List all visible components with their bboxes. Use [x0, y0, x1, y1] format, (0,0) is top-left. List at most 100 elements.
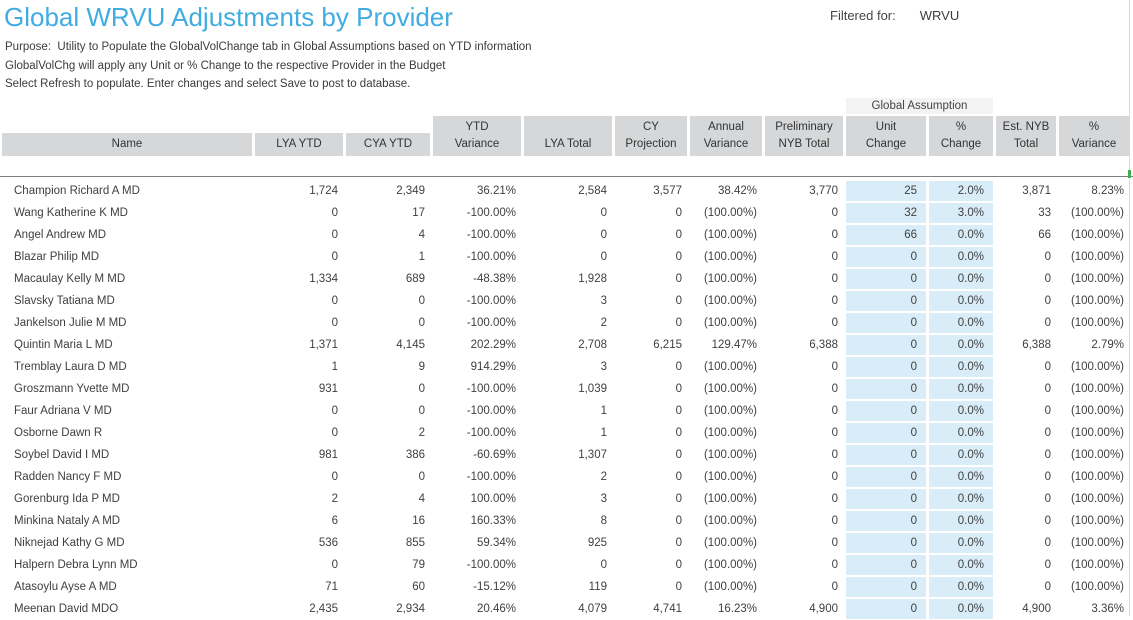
- cell-unit_change[interactable]: 0: [846, 247, 926, 267]
- cell-unit_change[interactable]: 66: [846, 225, 926, 245]
- cell-cya_ytd: 16: [346, 510, 430, 532]
- cell-lya_total: 1: [524, 400, 612, 422]
- cell-lya_total: 1,928: [524, 268, 612, 290]
- cell-lya_total: 8: [524, 510, 612, 532]
- cell-annual_variance: (100.00%): [690, 510, 762, 532]
- cell-name: Groszmann Yvette MD: [2, 378, 252, 400]
- cell-unit_change[interactable]: 0: [846, 423, 926, 443]
- cell-name: Halpern Debra Lynn MD: [2, 554, 252, 576]
- cell-cy_projection: 0: [615, 576, 687, 598]
- cell-annual_variance: (100.00%): [690, 312, 762, 334]
- cell-cya_ytd: 4: [346, 488, 430, 510]
- cell-pct_variance: (100.00%): [1059, 378, 1129, 400]
- cell-cya_ytd: 2,349: [346, 180, 430, 202]
- cell-pct_change[interactable]: 0.0%: [929, 379, 993, 399]
- cell-unit_change[interactable]: 0: [846, 357, 926, 377]
- cell-name: Champion Richard A MD: [2, 180, 252, 202]
- cell-ytd_variance: -100.00%: [433, 224, 521, 246]
- cell-cya_ytd: 0: [346, 290, 430, 312]
- cell-pct_change[interactable]: 0.0%: [929, 401, 993, 421]
- cell-pct_change[interactable]: 0.0%: [929, 489, 993, 509]
- cell-unit_change[interactable]: 0: [846, 445, 926, 465]
- cell-lya_total: 0: [524, 224, 612, 246]
- cell-pct_change[interactable]: 0.0%: [929, 291, 993, 311]
- cell-annual_variance: (100.00%): [690, 202, 762, 224]
- cell-pct_change[interactable]: 0.0%: [929, 247, 993, 267]
- cell-annual_variance: (100.00%): [690, 356, 762, 378]
- cell-cya_ytd: 2,934: [346, 598, 430, 620]
- cell-pct_change[interactable]: 0.0%: [929, 467, 993, 487]
- cell-unit_change[interactable]: 25: [846, 181, 926, 201]
- cell-cya_ytd: 0: [346, 378, 430, 400]
- cell-annual_variance: (100.00%): [690, 224, 762, 246]
- cell-cy_projection: 0: [615, 400, 687, 422]
- cell-unit_change[interactable]: 0: [846, 313, 926, 333]
- cell-ytd_variance: -60.69%: [433, 444, 521, 466]
- cell-pct_change[interactable]: 0.0%: [929, 577, 993, 597]
- cell-lya_ytd: 1,334: [255, 268, 343, 290]
- cell-preliminary_nyb_total: 6,388: [765, 334, 843, 356]
- cell-pct_change[interactable]: 0.0%: [929, 533, 993, 553]
- cell-cy_projection: 0: [615, 202, 687, 224]
- filter-label: Filtered for:: [830, 8, 896, 23]
- cell-pct_change[interactable]: 0.0%: [929, 335, 993, 355]
- cell-ytd_variance: 36.21%: [433, 180, 521, 202]
- cell-preliminary_nyb_total: 0: [765, 488, 843, 510]
- cell-unit_change[interactable]: 0: [846, 555, 926, 575]
- cell-pct_change[interactable]: 0.0%: [929, 555, 993, 575]
- cell-pct_change[interactable]: 0.0%: [929, 423, 993, 443]
- cell-unit_change[interactable]: 0: [846, 489, 926, 509]
- cell-pct_change[interactable]: 0.0%: [929, 357, 993, 377]
- cell-pct_change[interactable]: 2.0%: [929, 181, 993, 201]
- cell-lya_total: 4,079: [524, 598, 612, 620]
- cell-ytd_variance: -100.00%: [433, 202, 521, 224]
- cell-cya_ytd: 0: [346, 312, 430, 334]
- cell-annual_variance: (100.00%): [690, 290, 762, 312]
- cell-unit_change[interactable]: 0: [846, 379, 926, 399]
- cell-name: Osborne Dawn R: [2, 422, 252, 444]
- cell-annual_variance: (100.00%): [690, 422, 762, 444]
- table-row: Gorenburg Ida P MD24100.00%30(100.00%)00…: [2, 488, 1129, 510]
- cell-ytd_variance: -100.00%: [433, 246, 521, 268]
- cell-unit_change[interactable]: 0: [846, 577, 926, 597]
- cell-cy_projection: 0: [615, 224, 687, 246]
- cell-annual_variance: (100.00%): [690, 488, 762, 510]
- cell-lya_total: 3: [524, 290, 612, 312]
- cell-pct_change[interactable]: 0.0%: [929, 225, 993, 245]
- column-header-pct_variance: %Variance: [1059, 116, 1129, 156]
- cell-unit_change[interactable]: 0: [846, 269, 926, 289]
- cell-lya_total: 2,708: [524, 334, 612, 356]
- cell-name: Quintin Maria L MD: [2, 334, 252, 356]
- cell-pct_change[interactable]: 3.0%: [929, 203, 993, 223]
- table-top-rule: [0, 176, 1133, 177]
- report-page: Global WRVU Adjustments by Provider Filt…: [0, 0, 1133, 616]
- cell-pct_variance: (100.00%): [1059, 576, 1129, 598]
- cell-est_nyb_total: 3,871: [996, 180, 1056, 202]
- cell-lya_total: 0: [524, 202, 612, 224]
- cell-unit_change[interactable]: 0: [846, 401, 926, 421]
- cell-unit_change[interactable]: 0: [846, 511, 926, 531]
- cell-pct_change[interactable]: 0.0%: [929, 313, 993, 333]
- cell-unit_change[interactable]: 32: [846, 203, 926, 223]
- cell-name: Slavsky Tatiana MD: [2, 290, 252, 312]
- cell-pct_change[interactable]: 0.0%: [929, 445, 993, 465]
- cell-pct_variance: 2.79%: [1059, 334, 1129, 356]
- cell-unit_change[interactable]: 0: [846, 467, 926, 487]
- cell-unit_change[interactable]: 0: [846, 533, 926, 553]
- cell-lya_total: 925: [524, 532, 612, 554]
- cell-ytd_variance: 160.33%: [433, 510, 521, 532]
- cell-unit_change[interactable]: 0: [846, 291, 926, 311]
- cell-pct_change[interactable]: 0.0%: [929, 511, 993, 531]
- cell-pct_change[interactable]: 0.0%: [929, 269, 993, 289]
- cell-name: Blazar Philip MD: [2, 246, 252, 268]
- cell-ytd_variance: 100.00%: [433, 488, 521, 510]
- cell-name: Gorenburg Ida P MD: [2, 488, 252, 510]
- cell-unit_change[interactable]: 0: [846, 335, 926, 355]
- column-header-annual_variance: AnnualVariance: [690, 116, 762, 156]
- cell-cya_ytd: 0: [346, 400, 430, 422]
- table-row: Champion Richard A MD1,7242,34936.21%2,5…: [2, 180, 1129, 202]
- cell-preliminary_nyb_total: 0: [765, 510, 843, 532]
- cell-preliminary_nyb_total: 0: [765, 224, 843, 246]
- cell-ytd_variance: 202.29%: [433, 334, 521, 356]
- cell-lya_ytd: 0: [255, 246, 343, 268]
